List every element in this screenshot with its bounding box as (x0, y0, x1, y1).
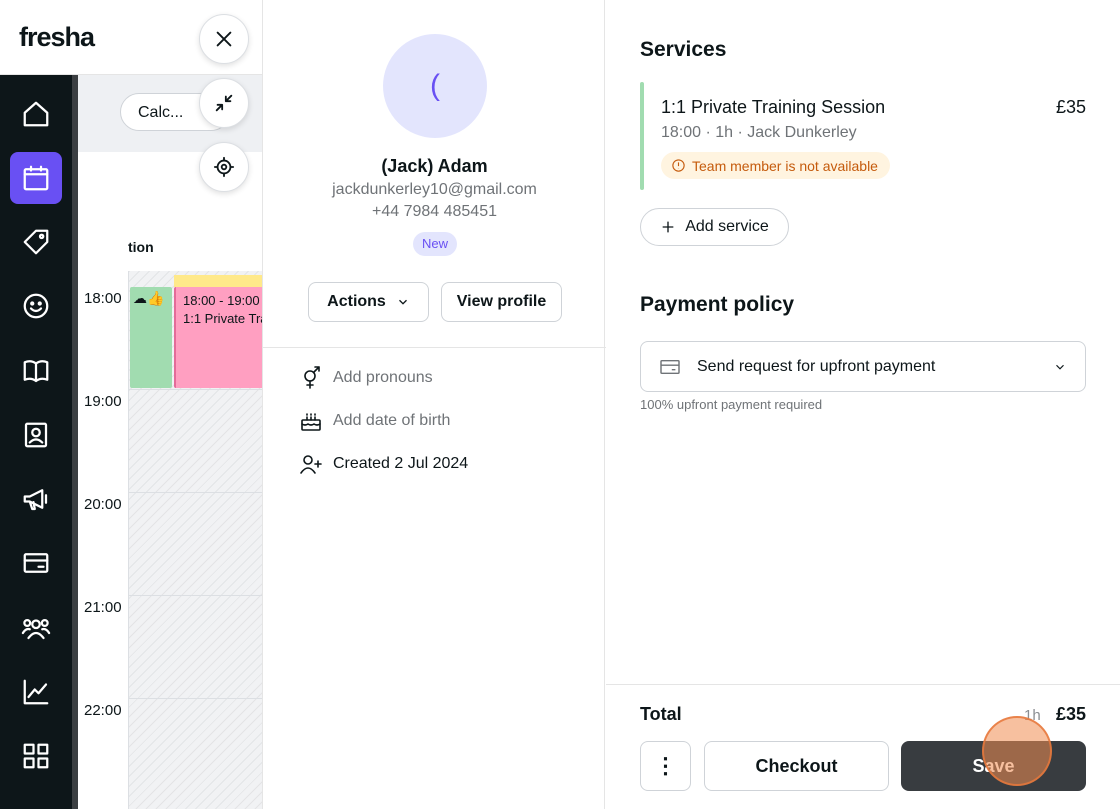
view-profile-label: View profile (456, 293, 547, 310)
nav-marketing[interactable] (10, 473, 62, 525)
checkout-button[interactable]: Checkout (704, 741, 889, 791)
nav-sales[interactable] (10, 216, 62, 268)
calendar-event-green[interactable]: ☁👍 (130, 287, 172, 388)
service-price: £35 (1055, 97, 1086, 117)
total-price: £35 (1055, 704, 1086, 724)
time-label: 19:00 (84, 393, 122, 410)
time-label: 22:00 (84, 702, 122, 719)
calendar-column-header: tion (128, 239, 154, 255)
chevron-down-icon (1056, 364, 1064, 370)
nav-reports[interactable] (10, 666, 62, 718)
fresha-logo[interactable]: fresha (19, 22, 95, 53)
total-duration: 1h (1024, 707, 1041, 724)
nav-payments[interactable] (10, 537, 62, 589)
service-name: 1:1 Private Training Session (661, 97, 886, 117)
more-vertical-icon: ⋮ (654, 753, 677, 778)
time-label: 20:00 (84, 496, 122, 513)
appointment-panel: Services 1:1 Private Training Session £3… (606, 0, 1120, 809)
crosshair-icon (213, 156, 235, 178)
client-avatar: ( (383, 34, 487, 138)
payment-policy-value: Send request for upfront payment (697, 357, 936, 375)
service-meta: 18:00 · 1h · Jack Dunkerley (661, 124, 857, 141)
event-title: 1:1 Private Tra (183, 311, 262, 326)
hour-line (128, 492, 262, 493)
nav-home[interactable] (10, 88, 62, 140)
services-title: Services (640, 38, 727, 61)
cake-icon (301, 413, 321, 431)
nav-apps[interactable] (10, 730, 62, 782)
actions-button-label: Actions (327, 293, 386, 310)
event-time: 18:00 - 19:00 (183, 293, 260, 308)
contact-card-icon (24, 422, 48, 448)
actions-button[interactable]: Actions (308, 282, 429, 322)
client-phone: +44 7984 485451 (371, 203, 497, 220)
save-button[interactable]: Save (901, 741, 1086, 791)
book-icon (23, 360, 49, 383)
add-service-button[interactable]: Add service (640, 208, 789, 246)
chevron-down-icon (398, 299, 407, 305)
calendar-icon (23, 165, 49, 191)
credit-card-icon (23, 553, 49, 573)
nav-contacts[interactable] (10, 409, 62, 461)
locate-button[interactable] (199, 142, 249, 192)
credit-card-icon (660, 359, 680, 374)
add-birthday-label: Add date of birth (333, 412, 451, 429)
client-name: (Jack) Adam (381, 156, 488, 176)
home-icon (23, 101, 49, 127)
payment-policy-note: 100% upfront payment required (640, 397, 823, 412)
megaphone-icon (23, 489, 48, 511)
event-status-icons: ☁👍 (133, 290, 165, 306)
created-date-row: Created 2 Jul 2024 (299, 452, 468, 476)
payment-policy-title: Payment policy (640, 293, 795, 316)
time-label: 21:00 (84, 599, 122, 616)
client-new-badge: New (413, 232, 458, 256)
close-icon (216, 31, 232, 47)
total-label: Total (640, 704, 682, 724)
chart-icon (23, 679, 49, 705)
warning-text: Team member is not available (692, 157, 878, 174)
add-service-label: Add service (685, 218, 769, 235)
close-button[interactable] (199, 14, 249, 64)
minimize-arrows-icon (215, 94, 233, 112)
nav-calendar[interactable] (10, 152, 62, 204)
service-item[interactable]: 1:1 Private Training Session £35 18:00 ·… (640, 82, 1086, 190)
calendar-event-selected[interactable]: 18:00 - 19:00 1:1 Private Tra (174, 287, 262, 388)
payment-policy-select[interactable]: Send request for upfront payment (640, 341, 1086, 392)
grid-icon (23, 743, 49, 769)
client-panel: ( (Jack) Adam jackdunkerley10@gmail.com … (262, 0, 606, 809)
plus-icon (662, 221, 674, 233)
info-circle-icon (672, 159, 685, 172)
gender-icon (304, 366, 320, 389)
service-color-bar (640, 82, 644, 190)
team-member-warning-badge: Team member is not available (661, 152, 890, 179)
sidebar-nav (0, 75, 72, 809)
hour-line (128, 595, 262, 596)
divider (606, 684, 1120, 685)
tag-icon (23, 229, 49, 255)
created-date-label: Created 2 Jul 2024 (333, 455, 469, 472)
add-birthday-row[interactable]: Add date of birth (299, 409, 450, 433)
collapse-button[interactable] (199, 78, 249, 128)
time-label: 18:00 (84, 290, 122, 307)
client-email: jackdunkerley10@gmail.com (332, 181, 537, 198)
divider (263, 347, 606, 348)
team-icon (21, 618, 51, 640)
nav-team[interactable] (10, 602, 62, 654)
nav-clients[interactable] (10, 280, 62, 332)
smiley-icon (23, 293, 49, 319)
add-pronouns-row[interactable]: Add pronouns (299, 366, 433, 390)
more-options-button[interactable]: ⋮ (640, 741, 691, 791)
nav-catalogue[interactable] (10, 345, 62, 397)
add-pronouns-label: Add pronouns (333, 369, 433, 386)
hour-line (128, 698, 262, 699)
calendar-blocked-strip[interactable] (174, 275, 262, 287)
hour-line (128, 389, 262, 390)
view-profile-button[interactable]: View profile (441, 282, 562, 322)
user-added-icon (300, 455, 322, 474)
